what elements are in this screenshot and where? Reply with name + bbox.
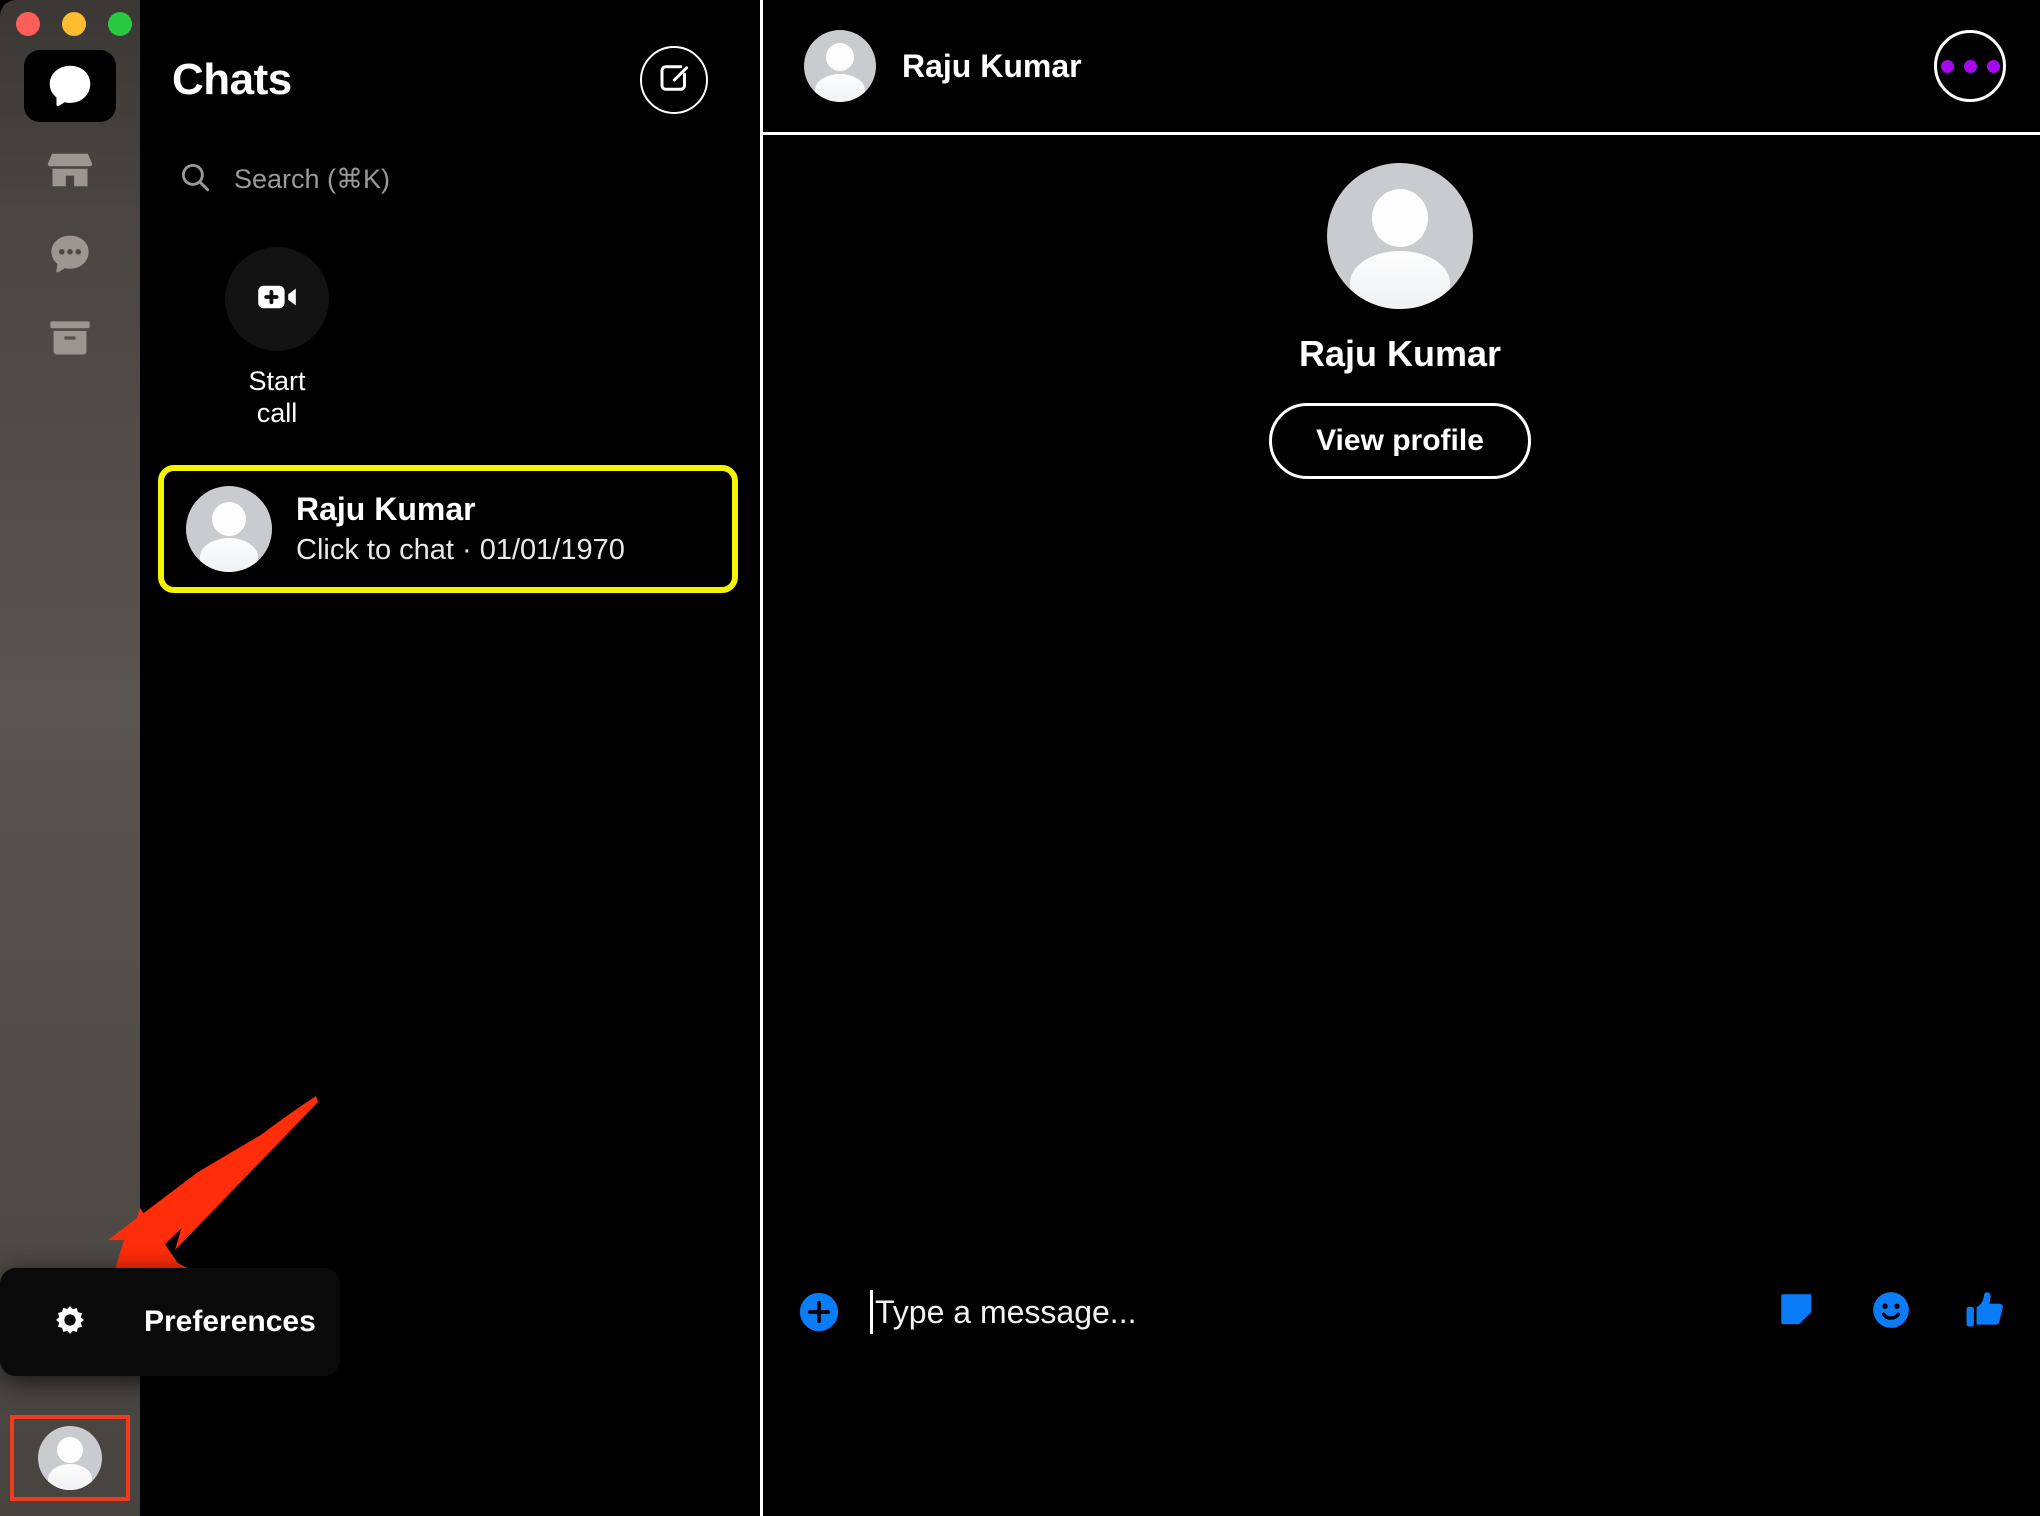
avatar (1327, 163, 1473, 309)
list-item-preview: Click to chat · 01/01/1970 (296, 534, 625, 566)
preferences-popup[interactable]: Preferences (0, 1268, 340, 1376)
page-title: Chats (172, 55, 292, 104)
account-avatar-highlight[interactable] (10, 1415, 130, 1501)
start-call-label-line2: call (256, 398, 298, 429)
more-options-icon (1986, 59, 2000, 73)
search-input[interactable]: Search (⌘K) (234, 164, 390, 195)
rail-items (0, 50, 140, 386)
more-options-icon (1940, 59, 1954, 73)
more-options-icon (1963, 59, 1977, 73)
marketplace-store-icon (45, 145, 95, 195)
search-bar[interactable]: Search (⌘K) (140, 114, 760, 199)
emoji-smiley-icon[interactable] (1868, 1287, 1914, 1338)
start-call-circle (225, 247, 329, 351)
message-input[interactable]: Type a message... (870, 1290, 1746, 1334)
video-call-plus-icon (253, 273, 301, 326)
rail-account-section (0, 1400, 140, 1516)
minimize-window-button[interactable] (62, 12, 86, 36)
conversation-title: Raju Kumar (902, 47, 1082, 84)
maximize-window-button[interactable] (108, 12, 132, 36)
conversation-body: Raju Kumar View profile Type a message..… (760, 135, 2040, 1380)
avatar (186, 486, 272, 572)
list-item[interactable]: Raju Kumar Click to chat · 01/01/1970 (158, 465, 738, 593)
archive-box-icon (45, 313, 95, 363)
compose-new-message-button[interactable] (640, 46, 708, 114)
thumbs-up-icon[interactable] (1962, 1287, 2008, 1338)
conversation-header: Raju Kumar (760, 0, 2040, 135)
gear-icon (48, 1298, 92, 1347)
window-traffic-lights (16, 12, 132, 36)
search-icon (178, 160, 212, 199)
preferences-label: Preferences (144, 1305, 316, 1338)
avatar[interactable] (38, 1426, 102, 1490)
message-requests-icon (44, 228, 96, 280)
sidebar-item-message-requests[interactable] (24, 218, 116, 290)
chat-bubble-icon (43, 59, 97, 113)
message-input-placeholder: Type a message... (875, 1293, 1137, 1330)
start-call-button[interactable]: Start call (202, 247, 352, 430)
list-item-text: Raju Kumar Click to chat · 01/01/1970 (296, 491, 625, 567)
contact-name: Raju Kumar (1298, 333, 1502, 374)
plus-circle-icon[interactable] (796, 1289, 842, 1335)
avatar[interactable] (804, 30, 876, 102)
start-call-label-line1: Start (248, 366, 306, 396)
more-options-button[interactable] (1934, 30, 2006, 102)
message-composer: Type a message... (760, 1244, 2040, 1380)
conversation-header-left: Raju Kumar (804, 30, 1082, 102)
composer-icon-group (1774, 1287, 2008, 1338)
sidebar-item-chats[interactable] (24, 50, 116, 122)
list-item-name: Raju Kumar (296, 491, 476, 527)
sidebar-item-archive[interactable] (24, 302, 116, 374)
view-profile-button[interactable]: View profile (1269, 403, 1531, 479)
conversation-panel: Raju Kumar Raju Kumar View profile Type … (760, 0, 2040, 1516)
start-call-label: Start call (202, 365, 352, 430)
messenger-app-window: Chats Search (⌘K) Start call Raju Kumar … (0, 0, 2040, 1516)
compose-new-message-icon (656, 60, 692, 101)
sticker-icon[interactable] (1774, 1287, 1820, 1338)
contact-profile-card: Raju Kumar View profile (760, 163, 2040, 479)
close-window-button[interactable] (16, 12, 40, 36)
chat-list-header: Chats (140, 0, 760, 114)
sidebar-item-marketplace[interactable] (24, 134, 116, 206)
text-caret (870, 1290, 873, 1334)
